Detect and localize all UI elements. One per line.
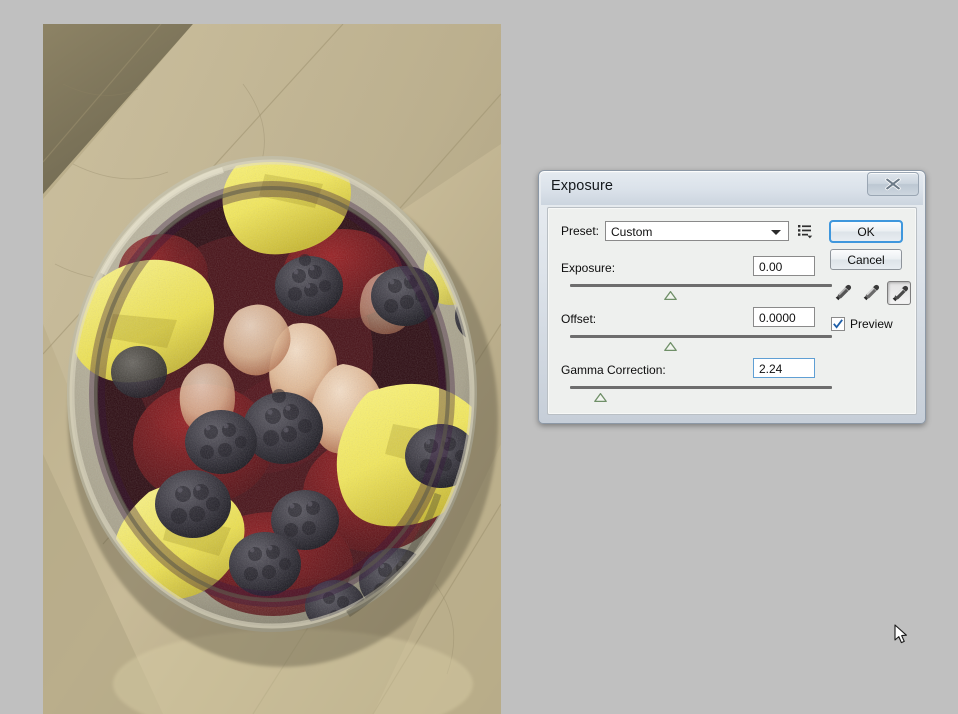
preset-options-glyph bbox=[798, 225, 813, 239]
slider-thumb-glyph bbox=[664, 341, 677, 352]
eyedropper-icon bbox=[835, 284, 852, 301]
preview-label: Preview bbox=[850, 317, 893, 331]
gamma-correction-slider-thumb[interactable] bbox=[594, 389, 607, 403]
eyedropper-icon bbox=[863, 284, 880, 301]
exposure-dialog: Exposure Preset: Custom Exposure: 0.00 O… bbox=[538, 170, 926, 424]
fruit-bowl-photo bbox=[43, 24, 501, 714]
dialog-title: Exposure bbox=[551, 178, 614, 194]
exposure-label: Exposure: bbox=[561, 261, 616, 275]
gamma-correction-value: 2.24 bbox=[759, 362, 783, 376]
chevron-down-icon bbox=[771, 230, 782, 235]
exposure-slider-thumb[interactable] bbox=[664, 287, 677, 301]
gamma-correction-label: Gamma Correction: bbox=[561, 363, 666, 377]
eyedropper-group bbox=[831, 281, 911, 305]
preset-row: Preset: Custom bbox=[561, 221, 813, 241]
exposure-slider-track[interactable] bbox=[570, 284, 832, 287]
cursor-glyph bbox=[894, 624, 907, 644]
offset-slider-track[interactable] bbox=[570, 335, 832, 338]
slider-thumb-glyph bbox=[664, 290, 677, 301]
eyedropper-icon bbox=[892, 285, 909, 302]
slider-thumb-glyph bbox=[594, 392, 607, 403]
preset-dropdown[interactable]: Custom bbox=[605, 221, 790, 241]
image-canvas[interactable] bbox=[43, 24, 501, 714]
cancel-button[interactable]: Cancel bbox=[830, 249, 902, 270]
ok-button[interactable]: OK bbox=[829, 220, 903, 243]
preset-options-icon[interactable] bbox=[797, 223, 813, 239]
exposure-input[interactable]: 0.00 bbox=[753, 256, 815, 276]
exposure-value: 0.00 bbox=[759, 260, 783, 274]
offset-input[interactable]: 0.0000 bbox=[753, 307, 815, 327]
set-black-point-eyedropper[interactable] bbox=[831, 281, 855, 305]
set-gray-point-eyedropper[interactable] bbox=[859, 281, 883, 305]
offset-label: Offset: bbox=[561, 312, 597, 326]
preset-label: Preset: bbox=[561, 224, 600, 238]
dialog-titlebar[interactable]: Exposure bbox=[541, 172, 923, 205]
close-glyph bbox=[885, 177, 901, 191]
offset-slider-thumb[interactable] bbox=[664, 338, 677, 352]
arrow-pointer-icon bbox=[894, 624, 910, 651]
preview-toggle[interactable]: Preview bbox=[831, 317, 893, 331]
gamma-correction-slider-track[interactable] bbox=[570, 386, 832, 389]
offset-value: 0.0000 bbox=[759, 311, 796, 325]
preview-checkbox[interactable] bbox=[831, 317, 845, 331]
close-icon[interactable] bbox=[867, 172, 919, 196]
gamma-correction-input[interactable]: 2.24 bbox=[753, 358, 815, 378]
preset-selected-value: Custom bbox=[611, 225, 653, 239]
set-white-point-eyedropper[interactable] bbox=[887, 281, 911, 305]
checkmark-icon bbox=[833, 319, 843, 329]
